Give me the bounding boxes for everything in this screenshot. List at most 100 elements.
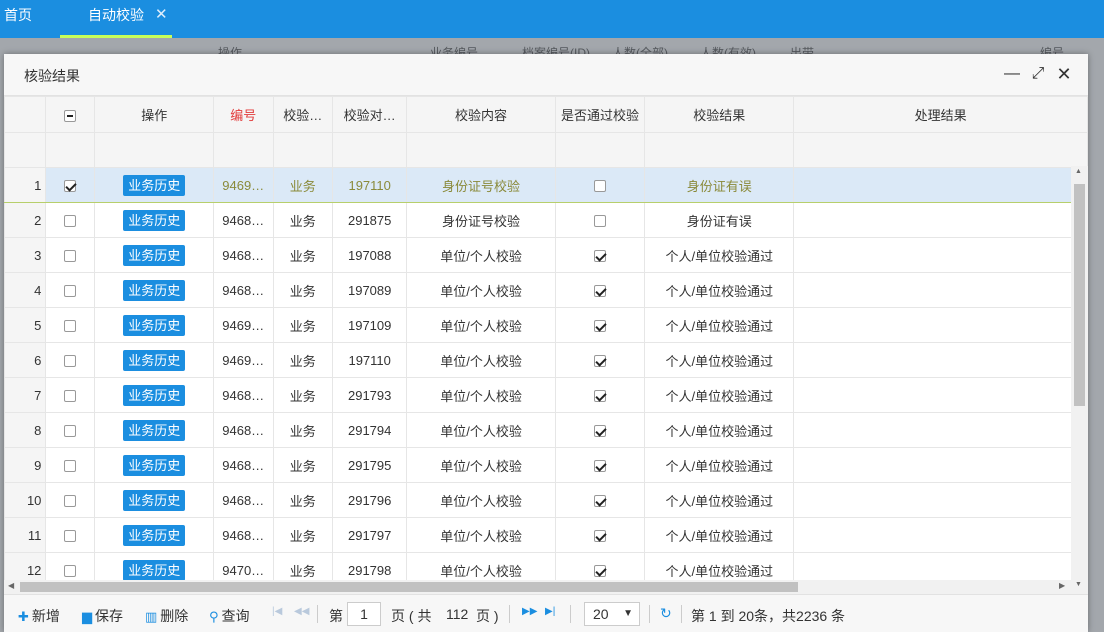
prev-page-icon[interactable]: ◀◀ [294,606,309,617]
table-row[interactable]: 2 业务历史 9468… 业务 291875 身份证号校验 身份证有误 [4,202,1088,238]
handling-cell[interactable] [793,307,1088,343]
filter-cell[interactable] [331,132,408,168]
close-icon[interactable]: ✕ [1054,64,1074,84]
table-row[interactable]: 1 业务历史 9469… 业务 197110 身份证号校验 身份证有误 [4,167,1088,203]
scroll-left-icon[interactable]: ◀ [8,581,14,590]
row-checkbox[interactable] [64,530,77,543]
business-history-button[interactable]: 业务历史 [123,559,186,581]
first-page-icon[interactable]: |◀ [272,606,282,617]
passed-checkbox[interactable] [593,285,606,298]
tab-auto-check[interactable]: 自动校验 ✕ [60,0,172,38]
filter-cell[interactable] [406,132,556,168]
handling-cell[interactable] [793,447,1088,483]
business-history-button[interactable]: 业务历史 [123,419,186,441]
delete-button[interactable]: ▥ 删除 [145,606,188,626]
refresh-icon[interactable]: ↻ [660,605,672,622]
business-history-button[interactable]: 业务历史 [123,174,186,196]
row-checkbox[interactable] [64,390,77,403]
table-row[interactable]: 11 业务历史 9468… 业务 291797 单位/个人校验 个人/单位校验通过 [4,517,1088,553]
handling-cell[interactable] [793,202,1088,238]
col-header-check-type[interactable]: 校验… [272,96,333,133]
passed-checkbox[interactable] [593,565,606,578]
passed-checkbox[interactable] [593,495,606,508]
row-checkbox[interactable] [64,320,77,333]
row-checkbox[interactable] [64,215,77,228]
scroll-down-icon[interactable]: ▼ [1075,581,1082,588]
handling-cell[interactable] [793,167,1088,203]
table-row[interactable]: 5 业务历史 9469… 业务 197109 单位/个人校验 个人/单位校验通过 [4,307,1088,343]
last-page-icon[interactable]: ▶| [545,606,555,617]
add-button[interactable]: ✚ 新增 [18,606,60,626]
table-row[interactable]: 4 业务历史 9468… 业务 197089 单位/个人校验 个人/单位校验通过 [4,272,1088,308]
col-header-passed[interactable]: 是否通过校验 [554,96,646,133]
passed-checkbox[interactable] [593,355,606,368]
row-checkbox[interactable] [64,565,77,578]
save-button[interactable]: ▆ 保存 [82,606,123,626]
handling-cell[interactable] [793,482,1088,518]
business-history-button[interactable]: 业务历史 [123,279,186,301]
horizontal-scroll-thumb[interactable] [20,582,798,592]
col-header-operation[interactable]: 操作 [94,96,214,133]
filter-cell[interactable] [94,132,214,168]
handling-cell[interactable] [793,377,1088,413]
filter-cell[interactable] [272,132,333,168]
row-checkbox[interactable] [64,285,77,298]
passed-checkbox[interactable] [593,390,606,403]
table-row[interactable]: 9 业务历史 9468… 业务 291795 单位/个人校验 个人/单位校验通过 [4,447,1088,483]
passed-checkbox[interactable] [593,460,606,473]
query-button[interactable]: ⚲ 查询 [209,606,250,626]
table-row[interactable]: 8 业务历史 9468… 业务 291794 单位/个人校验 个人/单位校验通过 [4,412,1088,448]
minimize-icon[interactable]: — [1002,64,1022,84]
scroll-right-icon[interactable]: ▶ [1059,581,1065,590]
col-header-id[interactable]: 编号 [212,96,274,133]
passed-checkbox[interactable] [593,215,606,228]
handling-cell[interactable] [793,517,1088,553]
row-checkbox[interactable] [64,180,77,193]
scroll-up-icon[interactable]: ▲ [1075,168,1082,175]
maximize-icon[interactable]: ⤢ [1028,64,1048,84]
vertical-scrollbar[interactable]: ▲ ▼ [1071,166,1088,594]
passed-checkbox[interactable] [593,425,606,438]
business-history-button[interactable]: 业务历史 [123,454,186,476]
handling-cell[interactable] [793,412,1088,448]
business-history-button[interactable]: 业务历史 [123,489,186,511]
passed-checkbox[interactable] [593,320,606,333]
passed-checkbox[interactable] [593,250,606,263]
col-header-check-content[interactable]: 校验内容 [406,96,556,133]
filter-cell[interactable] [644,132,795,168]
next-page-icon[interactable]: ▶▶ [522,606,537,617]
row-checkbox[interactable] [64,425,77,438]
col-header-handling[interactable]: 处理结果 [793,96,1088,133]
passed-checkbox[interactable] [593,180,606,193]
table-row[interactable]: 6 业务历史 9469… 业务 197110 单位/个人校验 个人/单位校验通过 [4,342,1088,378]
table-row[interactable]: 7 业务历史 9468… 业务 291793 单位/个人校验 个人/单位校验通过 [4,377,1088,413]
tab-home[interactable]: 首页 [4,0,32,38]
row-checkbox[interactable] [64,495,77,508]
business-history-button[interactable]: 业务历史 [123,314,186,336]
vertical-scroll-thumb[interactable] [1074,184,1085,406]
passed-checkbox[interactable] [593,530,606,543]
page-size-select[interactable]: 20 ▼ [584,602,640,626]
col-header-result[interactable]: 校验结果 [644,96,795,133]
page-number-input[interactable]: 1 [347,602,381,626]
business-history-button[interactable]: 业务历史 [123,524,186,546]
business-history-button[interactable]: 业务历史 [123,384,186,406]
handling-cell[interactable] [793,342,1088,378]
col-header-check-object[interactable]: 校验对… [331,96,408,133]
business-history-button[interactable]: 业务历史 [123,349,186,371]
row-checkbox[interactable] [64,460,77,473]
table-row[interactable]: 3 业务历史 9468… 业务 197088 单位/个人校验 个人/单位校验通过 [4,237,1088,273]
horizontal-scrollbar[interactable]: ◀ ▶ [4,580,1071,594]
select-all-checkbox[interactable] [64,109,77,122]
row-checkbox[interactable] [64,250,77,263]
business-history-button[interactable]: 业务历史 [123,209,186,231]
filter-cell[interactable] [793,132,1088,168]
close-icon[interactable]: ✕ [155,0,168,30]
filter-cell[interactable] [212,132,274,168]
business-history-button[interactable]: 业务历史 [123,244,186,266]
table-row[interactable]: 10 业务历史 9468… 业务 291796 单位/个人校验 个人/单位校验通过 [4,482,1088,518]
handling-cell[interactable] [793,237,1088,273]
row-checkbox[interactable] [64,355,77,368]
handling-cell[interactable] [793,272,1088,308]
filter-cell[interactable] [554,132,646,168]
